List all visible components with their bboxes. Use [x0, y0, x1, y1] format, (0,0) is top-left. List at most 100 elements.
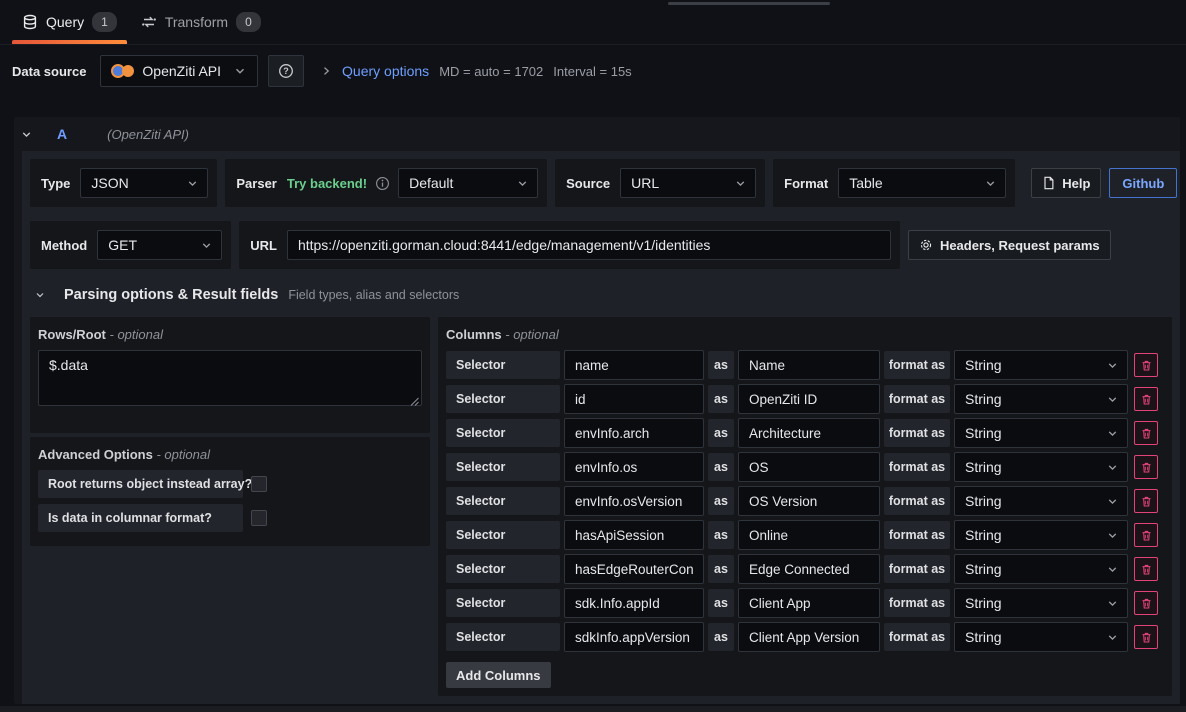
column-selector-input[interactable] [564, 350, 704, 380]
column-alias-input[interactable] [738, 554, 880, 584]
delete-column-button[interactable] [1134, 455, 1158, 479]
transform-count-badge: 0 [236, 12, 261, 32]
column-alias-input[interactable] [738, 588, 880, 618]
columnar-format-checkbox[interactable] [251, 510, 267, 526]
column-as-label: as [708, 623, 734, 651]
pane-resize-handle[interactable] [668, 2, 830, 5]
column-format-label: format as [884, 453, 950, 481]
parsing-section-subtitle: Field types, alias and selectors [288, 288, 459, 302]
headers-request-params-button[interactable]: Headers, Request params [908, 230, 1111, 260]
rows-root-optional: - optional [110, 327, 163, 342]
column-format-label: format as [884, 555, 950, 583]
column-format-value: String [965, 595, 1002, 611]
column-alias-input[interactable] [738, 418, 880, 448]
chevron-down-icon [1106, 495, 1119, 508]
query-row-a: A (OpenZiti API) Type JSON Parser Try ba… [14, 117, 1180, 704]
chevron-down-icon [516, 177, 529, 190]
collapse-chevron-icon[interactable] [20, 128, 33, 141]
rows-root-label: Rows/Root [38, 327, 106, 342]
parser-select[interactable]: Default [398, 168, 538, 198]
column-selector-input[interactable] [564, 486, 704, 516]
document-icon [1042, 176, 1055, 190]
info-circle-icon [375, 176, 390, 191]
column-alias-input[interactable] [738, 486, 880, 516]
column-format-select[interactable]: String [954, 452, 1128, 482]
column-selector-input[interactable] [564, 622, 704, 652]
query-row-header[interactable]: A (OpenZiti API) [14, 117, 1180, 151]
type-select[interactable]: JSON [80, 168, 208, 198]
delete-column-button[interactable] [1134, 557, 1158, 581]
column-row: Selector as format as String [446, 588, 1164, 618]
column-alias-input[interactable] [738, 452, 880, 482]
resize-grip-icon[interactable] [410, 397, 419, 406]
advanced-option-row: Root returns object instead array? [38, 470, 422, 498]
column-row: Selector as format as String [446, 418, 1164, 448]
editor-tabbar: Query 1 Transform 0 [0, 0, 1186, 45]
column-format-value: String [965, 527, 1002, 543]
datasource-picker[interactable]: OpenZiti API [100, 55, 258, 87]
delete-column-button[interactable] [1134, 523, 1158, 547]
method-select[interactable]: GET [97, 230, 222, 260]
column-format-value: String [965, 493, 1002, 509]
delete-column-button[interactable] [1134, 591, 1158, 615]
column-format-select[interactable]: String [954, 520, 1128, 550]
advanced-options-label: Advanced Options [38, 447, 153, 462]
tab-transform[interactable]: Transform 0 [129, 0, 273, 44]
column-selector-input[interactable] [564, 520, 704, 550]
column-format-select[interactable]: String [954, 588, 1128, 618]
active-tab-underline [12, 40, 127, 44]
column-selector-label: Selector [446, 453, 560, 481]
column-selector-input[interactable] [564, 384, 704, 414]
help-button[interactable]: Help [1031, 168, 1101, 198]
source-select[interactable]: URL [620, 168, 756, 198]
column-row: Selector as format as String [446, 350, 1164, 380]
url-input[interactable] [287, 230, 891, 260]
github-button[interactable]: Github [1109, 168, 1177, 198]
datasource-help-button[interactable]: ? [268, 55, 304, 87]
column-as-label: as [708, 385, 734, 413]
tab-query[interactable]: Query 1 [10, 0, 129, 44]
parsing-options-section-toggle[interactable]: Parsing options & Result fields Field ty… [34, 287, 1172, 303]
delete-column-button[interactable] [1134, 625, 1158, 649]
column-format-select[interactable]: String [954, 622, 1128, 652]
column-as-label: as [708, 487, 734, 515]
column-format-value: String [965, 459, 1002, 475]
query-editor-body: Type JSON Parser Try backend! Default So… [22, 151, 1180, 704]
column-selector-input[interactable] [564, 418, 704, 448]
parser-label: Parser [234, 176, 278, 191]
query-options-link[interactable]: Query options [342, 63, 429, 79]
chevron-down-icon [1106, 359, 1119, 372]
column-selector-input[interactable] [564, 452, 704, 482]
url-label: URL [248, 238, 279, 253]
column-format-select[interactable]: String [954, 418, 1128, 448]
delete-column-button[interactable] [1134, 353, 1158, 377]
add-columns-button[interactable]: Add Columns [446, 662, 551, 688]
column-selector-input[interactable] [564, 554, 704, 584]
advanced-options-title: Advanced Options - optional [38, 447, 422, 462]
format-select[interactable]: Table [838, 168, 1006, 198]
root-returns-object-checkbox[interactable] [251, 476, 267, 492]
source-label: Source [564, 176, 612, 191]
column-as-label: as [708, 589, 734, 617]
column-selector-label: Selector [446, 589, 560, 617]
column-format-select[interactable]: String [954, 384, 1128, 414]
column-alias-input[interactable] [738, 384, 880, 414]
column-alias-input[interactable] [738, 622, 880, 652]
datasource-label: Data source [8, 64, 90, 79]
column-alias-input[interactable] [738, 350, 880, 380]
column-format-select[interactable]: String [954, 554, 1128, 584]
chevron-down-icon [233, 64, 247, 78]
column-format-label: format as [884, 623, 950, 651]
rows-root-input[interactable] [38, 350, 422, 406]
column-format-select[interactable]: String [954, 350, 1128, 380]
column-alias-input[interactable] [738, 520, 880, 550]
advanced-options-box: Advanced Options - optional Root returns… [30, 437, 430, 546]
column-format-select[interactable]: String [954, 486, 1128, 516]
source-field-group: Source URL [555, 159, 765, 207]
column-selector-input[interactable] [564, 588, 704, 618]
delete-column-button[interactable] [1134, 421, 1158, 445]
delete-column-button[interactable] [1134, 489, 1158, 513]
delete-column-button[interactable] [1134, 387, 1158, 411]
query-count-badge: 1 [92, 12, 117, 32]
advanced-options-optional: - optional [156, 447, 209, 462]
